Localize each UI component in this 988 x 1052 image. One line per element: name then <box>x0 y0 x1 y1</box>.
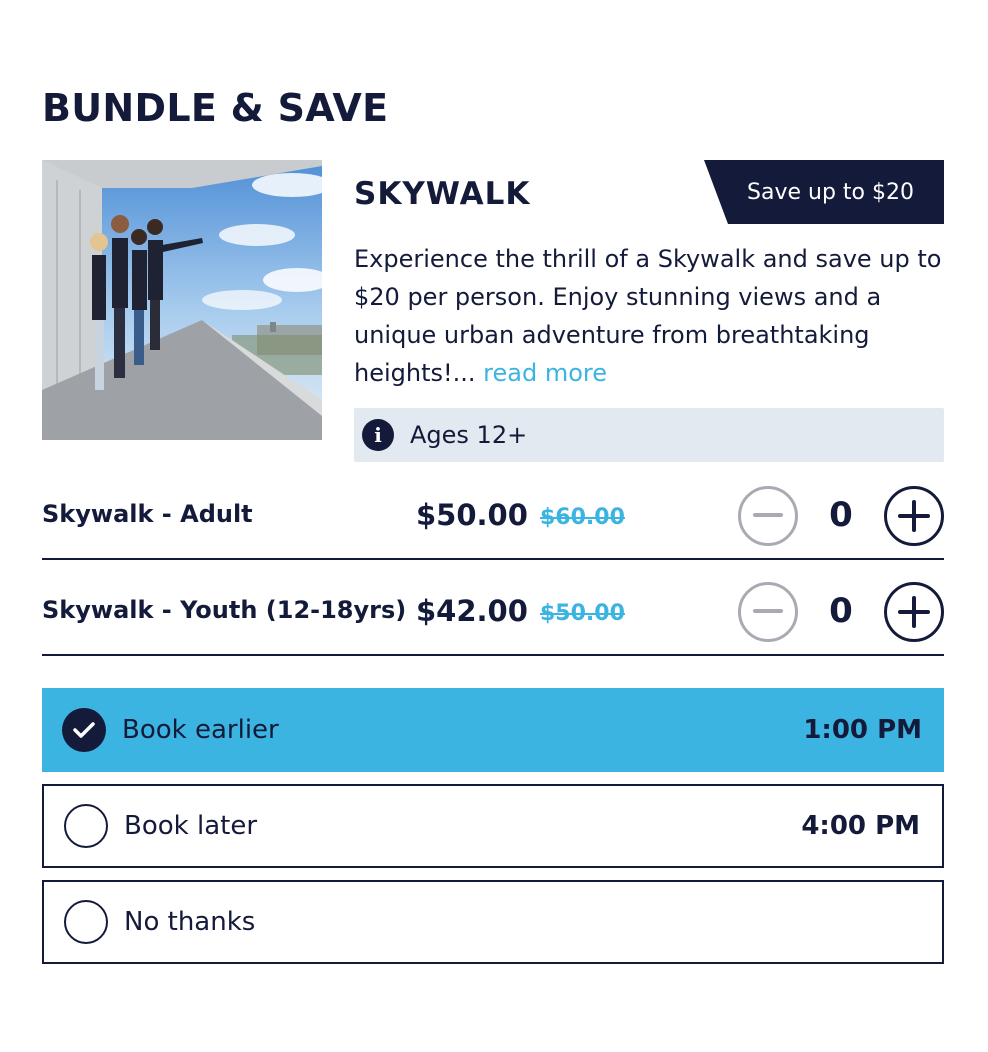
radio-checked[interactable] <box>62 708 106 752</box>
ticket-row-adult: Skywalk - Adult $50.00 $60.00 0 <box>42 464 944 560</box>
option-book-earlier[interactable]: Book earlier 1:00 PM <box>42 688 944 772</box>
option-label: No thanks <box>124 907 256 937</box>
increase-quantity-button[interactable] <box>884 582 944 642</box>
description-text: Experience the thrill of a Skywalk and s… <box>354 245 942 387</box>
check-icon <box>73 722 95 738</box>
option-no-thanks[interactable]: No thanks <box>42 880 944 964</box>
ticket-quantity: 0 <box>829 591 853 631</box>
option-label: Book earlier <box>122 715 279 745</box>
read-more-link[interactable]: read more <box>483 359 607 387</box>
ticket-old-price: $50.00 <box>540 601 625 626</box>
ticket-price: $50.00 <box>416 498 528 532</box>
age-restriction-notice: i Ages 12+ <box>354 408 944 462</box>
option-time: 1:00 PM <box>803 715 922 745</box>
ticket-quantity: 0 <box>829 495 853 535</box>
save-badge-label: Save up to $20 <box>747 179 914 205</box>
option-book-later[interactable]: Book later 4:00 PM <box>42 784 944 868</box>
ticket-label: Skywalk - Youth (12-18yrs) <box>42 596 407 624</box>
ticket-price: $42.00 <box>416 594 528 628</box>
info-icon: i <box>362 419 394 451</box>
decrease-quantity-button[interactable] <box>738 486 798 546</box>
radio-unchecked[interactable] <box>64 900 108 944</box>
skywalk-photo <box>42 160 322 440</box>
option-label: Book later <box>124 811 258 841</box>
ticket-label: Skywalk - Adult <box>42 500 253 528</box>
ticket-row-youth: Skywalk - Youth (12-18yrs) $42.00 $50.00… <box>42 560 944 656</box>
radio-unchecked[interactable] <box>64 804 108 848</box>
increase-quantity-button[interactable] <box>884 486 944 546</box>
product-name: SKYWALK <box>354 176 531 212</box>
ticket-old-price: $60.00 <box>540 505 625 530</box>
save-badge: Save up to $20 <box>704 160 944 224</box>
plus-icon <box>898 500 930 532</box>
decrease-quantity-button[interactable] <box>738 582 798 642</box>
minus-icon <box>753 609 783 613</box>
section-title: BUNDLE & SAVE <box>42 86 389 130</box>
minus-icon <box>753 513 783 517</box>
product-description: Experience the thrill of a Skywalk and s… <box>354 240 944 392</box>
option-time: 4:00 PM <box>801 811 920 841</box>
plus-icon <box>898 596 930 628</box>
ages-label: Ages 12+ <box>410 421 528 449</box>
